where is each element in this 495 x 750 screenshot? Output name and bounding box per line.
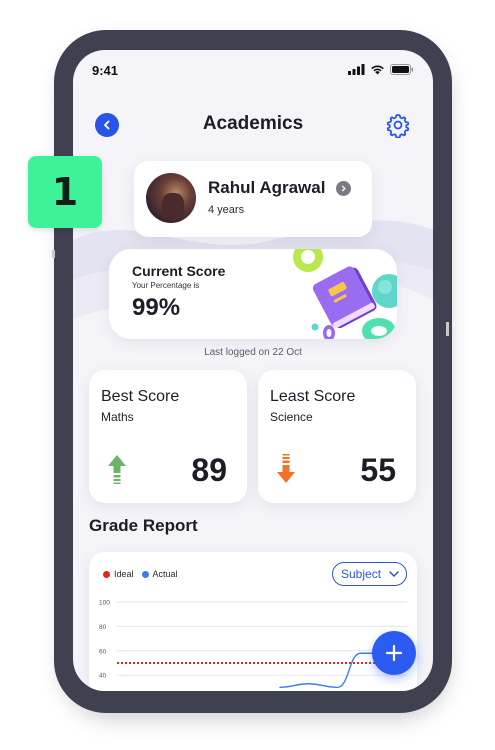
arrow-up-icon (108, 455, 126, 484)
arrow-down-icon (277, 454, 295, 483)
chevron-down-icon (389, 571, 399, 577)
best-score-card[interactable]: Best Score Maths 89 (89, 370, 247, 503)
profile-card[interactable]: Rahul Agrawal 4 years (134, 161, 372, 237)
book-illustration (293, 249, 397, 339)
current-score-card: Current Score Your Percentage is 99% (109, 249, 397, 339)
chart-legend: Ideal Actual (103, 569, 178, 579)
legend-dot (103, 570, 110, 578)
best-score-value: 89 (191, 452, 227, 488)
subject-filter-select[interactable]: Subject (332, 562, 407, 586)
settings-button[interactable] (385, 112, 411, 139)
least-score-card[interactable]: Least Score Science 55 (258, 370, 416, 503)
phone-screen: 9:41 Academics Rahul Agrawal 4 years Cur… (73, 50, 433, 691)
legend-dot (141, 570, 149, 578)
step-number: 1 (51, 170, 79, 214)
profile-age: 4 years (208, 204, 245, 216)
profile-details-button[interactable] (336, 181, 351, 196)
y-tick-label: 80 (99, 624, 107, 631)
legend-label: Ideal (114, 569, 134, 579)
step-badge: 1 (28, 156, 102, 228)
add-button[interactable] (372, 631, 416, 675)
best-score-subject: Maths (101, 410, 134, 424)
status-icons (348, 64, 414, 75)
wifi-icon (371, 65, 384, 75)
side-mark (52, 250, 55, 258)
gear-icon (386, 114, 410, 139)
least-score-value: 55 (360, 452, 396, 488)
grade-report-chart: 100 80 60 40 Ideal Actual Subject (89, 552, 417, 691)
y-tick-label: 100 (99, 600, 110, 607)
status-bar: 9:41 (73, 50, 433, 94)
plus-icon (385, 644, 403, 662)
avatar (146, 173, 196, 223)
current-score-title: Current Score (132, 263, 226, 279)
chevron-right-icon (341, 185, 346, 192)
best-score-title: Best Score (101, 388, 180, 405)
y-tick-label: 60 (99, 648, 107, 655)
profile-name: Rahul Agrawal (208, 178, 326, 197)
least-score-subject: Science (270, 410, 313, 424)
legend-item-actual: Actual (141, 569, 178, 579)
signal-icon (348, 64, 365, 75)
page-title: Academics (202, 113, 304, 134)
grade-report-title: Grade Report (89, 516, 198, 535)
side-mark (446, 322, 449, 336)
status-time: 9:41 (92, 63, 119, 78)
current-score-subtitle: Your Percentage is (132, 281, 200, 290)
subject-filter-label: Subject (341, 567, 382, 581)
legend-item-ideal: Ideal (103, 569, 134, 579)
battery-icon (390, 64, 414, 75)
least-score-title: Least Score (270, 388, 356, 405)
last-logged-text: Last logged on 22 Oct (204, 347, 302, 358)
legend-label: Actual (152, 569, 178, 579)
current-score-value: 99% (132, 294, 181, 321)
y-tick-label: 40 (99, 673, 107, 680)
